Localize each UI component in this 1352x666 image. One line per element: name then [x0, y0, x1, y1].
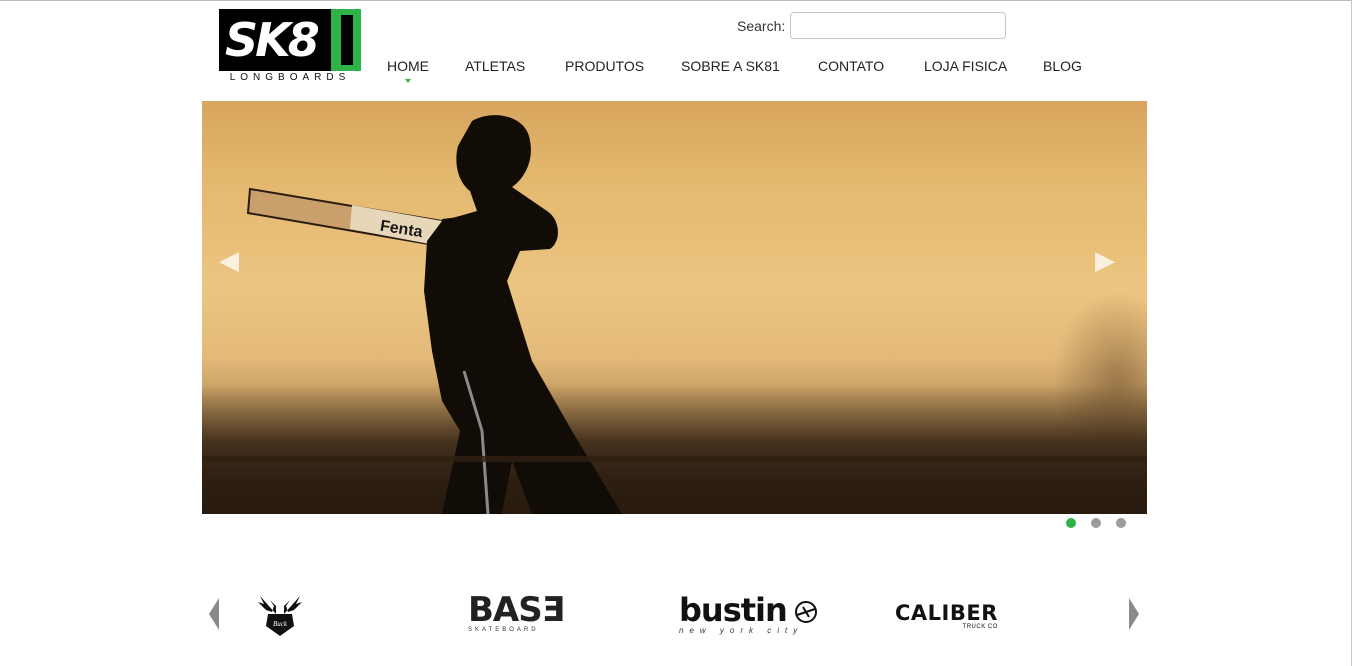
slider-dot-3[interactable] — [1116, 518, 1126, 528]
logo-black-block: SK8 — [219, 9, 361, 71]
brand-bustin-text: bustin — [679, 591, 788, 629]
chevron-right-icon[interactable]: ▶ — [1095, 247, 1115, 273]
hero-slider[interactable]: Fenta ◀ ▶ — [202, 101, 1147, 514]
nav-label: PRODUTOS — [565, 58, 645, 74]
logo-main-text: SK8 — [225, 13, 320, 67]
slider-dot-1[interactable] — [1066, 518, 1076, 528]
cricket-player-silhouette: Fenta — [202, 115, 1147, 514]
brand-base-name: BASƎ — [468, 590, 565, 630]
brand-deer-logo[interactable]: Buck — [250, 592, 310, 643]
brand-bustin-sub: new york city — [679, 626, 804, 635]
brands-prev-arrow-icon[interactable] — [209, 598, 219, 630]
nav-label: SOBRE A SK81 — [681, 58, 780, 74]
nav-label: ATLETAS — [465, 58, 526, 74]
nav-item-sobre[interactable]: SOBRE A SK81 — [681, 58, 780, 74]
svg-text:Buck: Buck — [273, 620, 288, 628]
nav-item-atletas[interactable]: ATLETAS — [465, 58, 525, 74]
nav-item-produtos[interactable]: PRODUTOS — [565, 58, 644, 74]
search-input[interactable] — [790, 12, 1006, 39]
nav-label: BLOG — [1043, 58, 1082, 74]
nav-item-home[interactable]: HOME — [387, 58, 429, 83]
logo-subtitle: LONGBOARDS — [219, 71, 361, 85]
slider-dot-2[interactable] — [1091, 518, 1101, 528]
brand-caliber-name: CALIBER — [895, 601, 998, 625]
nav-item-contato[interactable]: CONTATO — [818, 58, 884, 74]
nav-item-blog[interactable]: BLOG — [1043, 58, 1082, 74]
brands-next-arrow-icon[interactable] — [1129, 598, 1139, 630]
skater-icon — [794, 601, 817, 623]
search-label: Search: — [737, 18, 786, 34]
window-top-border — [0, 0, 1352, 1]
logo-one-glyph — [341, 15, 353, 65]
sk81-logo[interactable]: SK8 LONGBOARDS — [219, 9, 361, 85]
nav-label: HOME — [387, 58, 429, 74]
nav-item-loja-fisica[interactable]: LOJA FISICA — [924, 58, 1007, 74]
brand-bustin[interactable]: bustin new york city — [679, 594, 821, 635]
chevron-left-icon[interactable]: ◀ — [219, 247, 239, 273]
brand-bustin-name: bustin — [679, 594, 821, 626]
brand-caliber-sub: TRUCK CO — [962, 624, 998, 630]
nav-label: CONTATO — [818, 58, 885, 74]
brand-caliber[interactable]: CALIBER TRUCK CO — [895, 602, 998, 631]
logo-green-block — [331, 9, 361, 71]
active-indicator-icon — [405, 79, 411, 83]
deer-antler-icon: Buck — [258, 596, 302, 636]
nav-label: LOJA FISICA — [924, 58, 1008, 74]
brand-base[interactable]: BASƎ SKATEBOARD — [468, 590, 565, 634]
